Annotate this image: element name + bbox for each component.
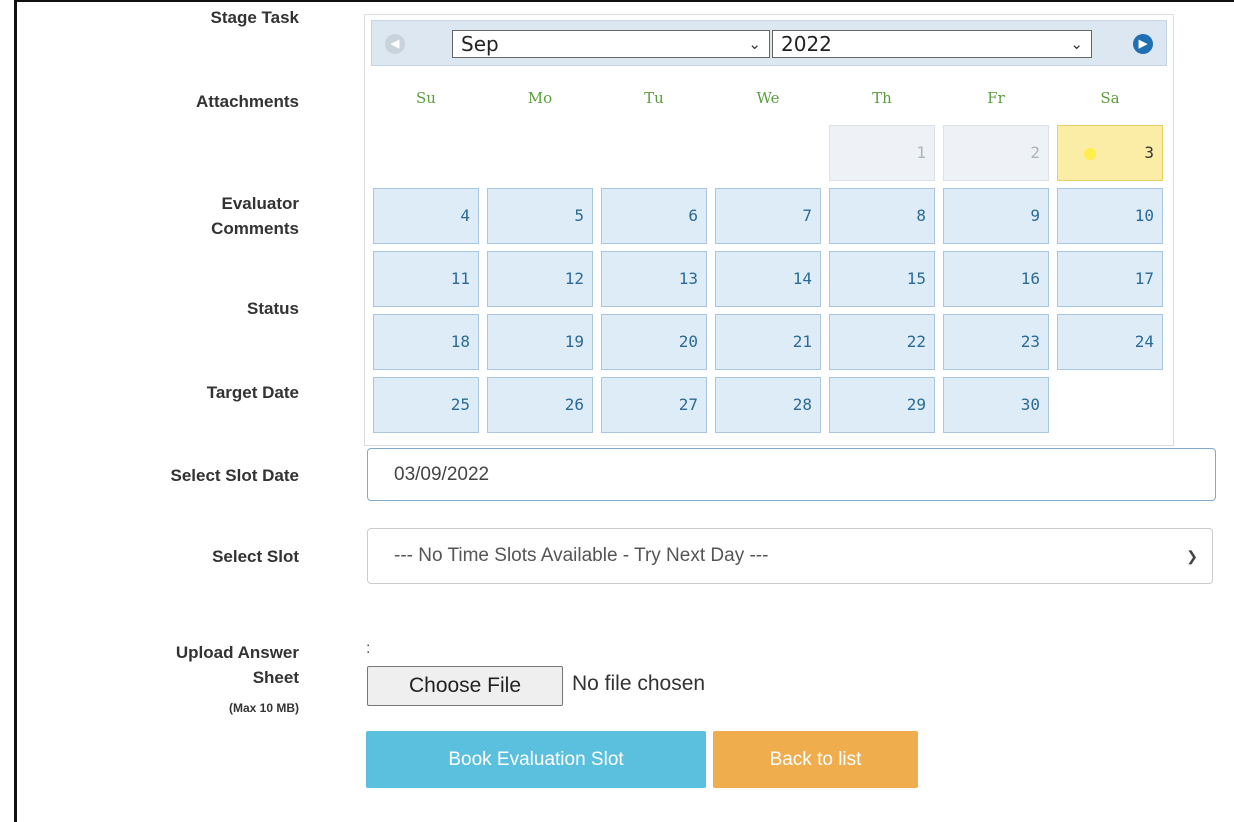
calendar-day[interactable]: 17 — [1057, 251, 1163, 307]
datepicker: ◀ Sep ⌄ 2022 ⌄ ▶ Su Mo Tu We Th Fr Sa 12345678… — [364, 14, 1174, 446]
slot-select[interactable]: --- No Time Slots Available - Try Next D… — [367, 528, 1213, 584]
weekday-label: Mo — [527, 89, 553, 107]
label-evaluator-line1: Evaluator — [221, 194, 299, 213]
weekday-label: Su — [416, 89, 436, 107]
label-evaluator-line2: Comments — [211, 219, 299, 238]
calendar-day[interactable]: 30 — [943, 377, 1049, 433]
weekday-label: We — [756, 89, 780, 107]
calendar-day[interactable]: 4 — [373, 188, 479, 244]
next-month-icon[interactable]: ▶ — [1133, 34, 1153, 54]
calendar-day[interactable]: 10 — [1057, 188, 1163, 244]
calendar-day[interactable]: 13 — [601, 251, 707, 307]
weekday-label: Tu — [644, 89, 664, 107]
label-evaluator-comments: Evaluator Comments — [211, 191, 299, 241]
calendar-day[interactable]: 9 — [943, 188, 1049, 244]
calendar-day[interactable]: 20 — [601, 314, 707, 370]
chevron-down-icon: ⌄ — [1070, 35, 1083, 53]
calendar-day[interactable]: 27 — [601, 377, 707, 433]
calendar-day[interactable]: 25 — [373, 377, 479, 433]
file-status-text: No file chosen — [572, 672, 706, 695]
calendar-day[interactable]: 6 — [601, 188, 707, 244]
weekday-label: Th — [872, 89, 892, 107]
label-upload-line1: Upload Answer — [175, 643, 299, 662]
label-target-date: Target Date — [206, 383, 299, 402]
month-select[interactable]: Sep ⌄ — [452, 30, 770, 58]
calendar-day[interactable]: 16 — [943, 251, 1049, 307]
calendar-day[interactable]: 5 — [487, 188, 593, 244]
calendar-day[interactable]: 11 — [373, 251, 479, 307]
choose-file-button[interactable]: Choose File — [367, 666, 563, 706]
today-highlight-icon — [1084, 148, 1096, 160]
year-select[interactable]: 2022 ⌄ — [772, 30, 1092, 58]
label-upload-line2: Sheet — [252, 668, 299, 687]
month-select-value: Sep — [461, 32, 499, 56]
frame-left-border — [14, 0, 17, 822]
calendar-day[interactable]: 2 — [943, 125, 1049, 181]
label-select-slot: Select Slot — [212, 547, 299, 566]
weekday-label: Fr — [987, 89, 1005, 107]
calendar-day[interactable]: 8 — [829, 188, 935, 244]
label-upload-hint: (Max 10 MB) — [228, 701, 299, 715]
calendar-day[interactable]: 23 — [943, 314, 1049, 370]
year-select-value: 2022 — [781, 32, 832, 56]
calendar-day[interactable]: 14 — [715, 251, 821, 307]
weekday-label: Sa — [1100, 89, 1120, 107]
frame-top-border — [14, 0, 1234, 2]
calendar-day[interactable]: 24 — [1057, 314, 1163, 370]
label-stage-task: Stage Task — [210, 8, 299, 27]
chevron-down-icon: ⌄ — [748, 35, 761, 53]
datepicker-header: ◀ Sep ⌄ 2022 ⌄ ▶ — [371, 20, 1167, 66]
calendar-day[interactable]: 1 — [829, 125, 935, 181]
book-evaluation-slot-button[interactable]: Book Evaluation Slot — [366, 731, 706, 788]
calendar-day[interactable]: 19 — [487, 314, 593, 370]
calendar-day[interactable]: 22 — [829, 314, 935, 370]
calendar-day-selected[interactable]: 3 — [1057, 125, 1163, 181]
calendar-day[interactable]: 7 — [715, 188, 821, 244]
label-upload-answer-sheet: Upload Answer Sheet (Max 10 MB) — [176, 640, 299, 721]
label-select-slot-date: Select Slot Date — [170, 466, 300, 485]
upload-colon: : — [366, 640, 371, 657]
calendar-day[interactable]: 12 — [487, 251, 593, 307]
calendar-day-number: 3 — [1144, 143, 1154, 162]
calendar-day[interactable]: 28 — [715, 377, 821, 433]
calendar-day[interactable]: 21 — [715, 314, 821, 370]
label-status: Status — [247, 299, 299, 318]
back-to-list-button[interactable]: Back to list — [713, 731, 918, 788]
calendar-day[interactable]: 18 — [373, 314, 479, 370]
prev-month-icon[interactable]: ◀ — [385, 34, 405, 54]
calendar-day[interactable]: 29 — [829, 377, 935, 433]
slot-date-input[interactable]: 03/09/2022 — [367, 448, 1216, 501]
calendar-day[interactable]: 15 — [829, 251, 935, 307]
label-attachments: Attachments — [196, 92, 299, 111]
calendar-day[interactable]: 26 — [487, 377, 593, 433]
chevron-down-icon: ❯ — [1186, 548, 1198, 564]
slot-select-value: --- No Time Slots Available - Try Next D… — [394, 545, 769, 566]
